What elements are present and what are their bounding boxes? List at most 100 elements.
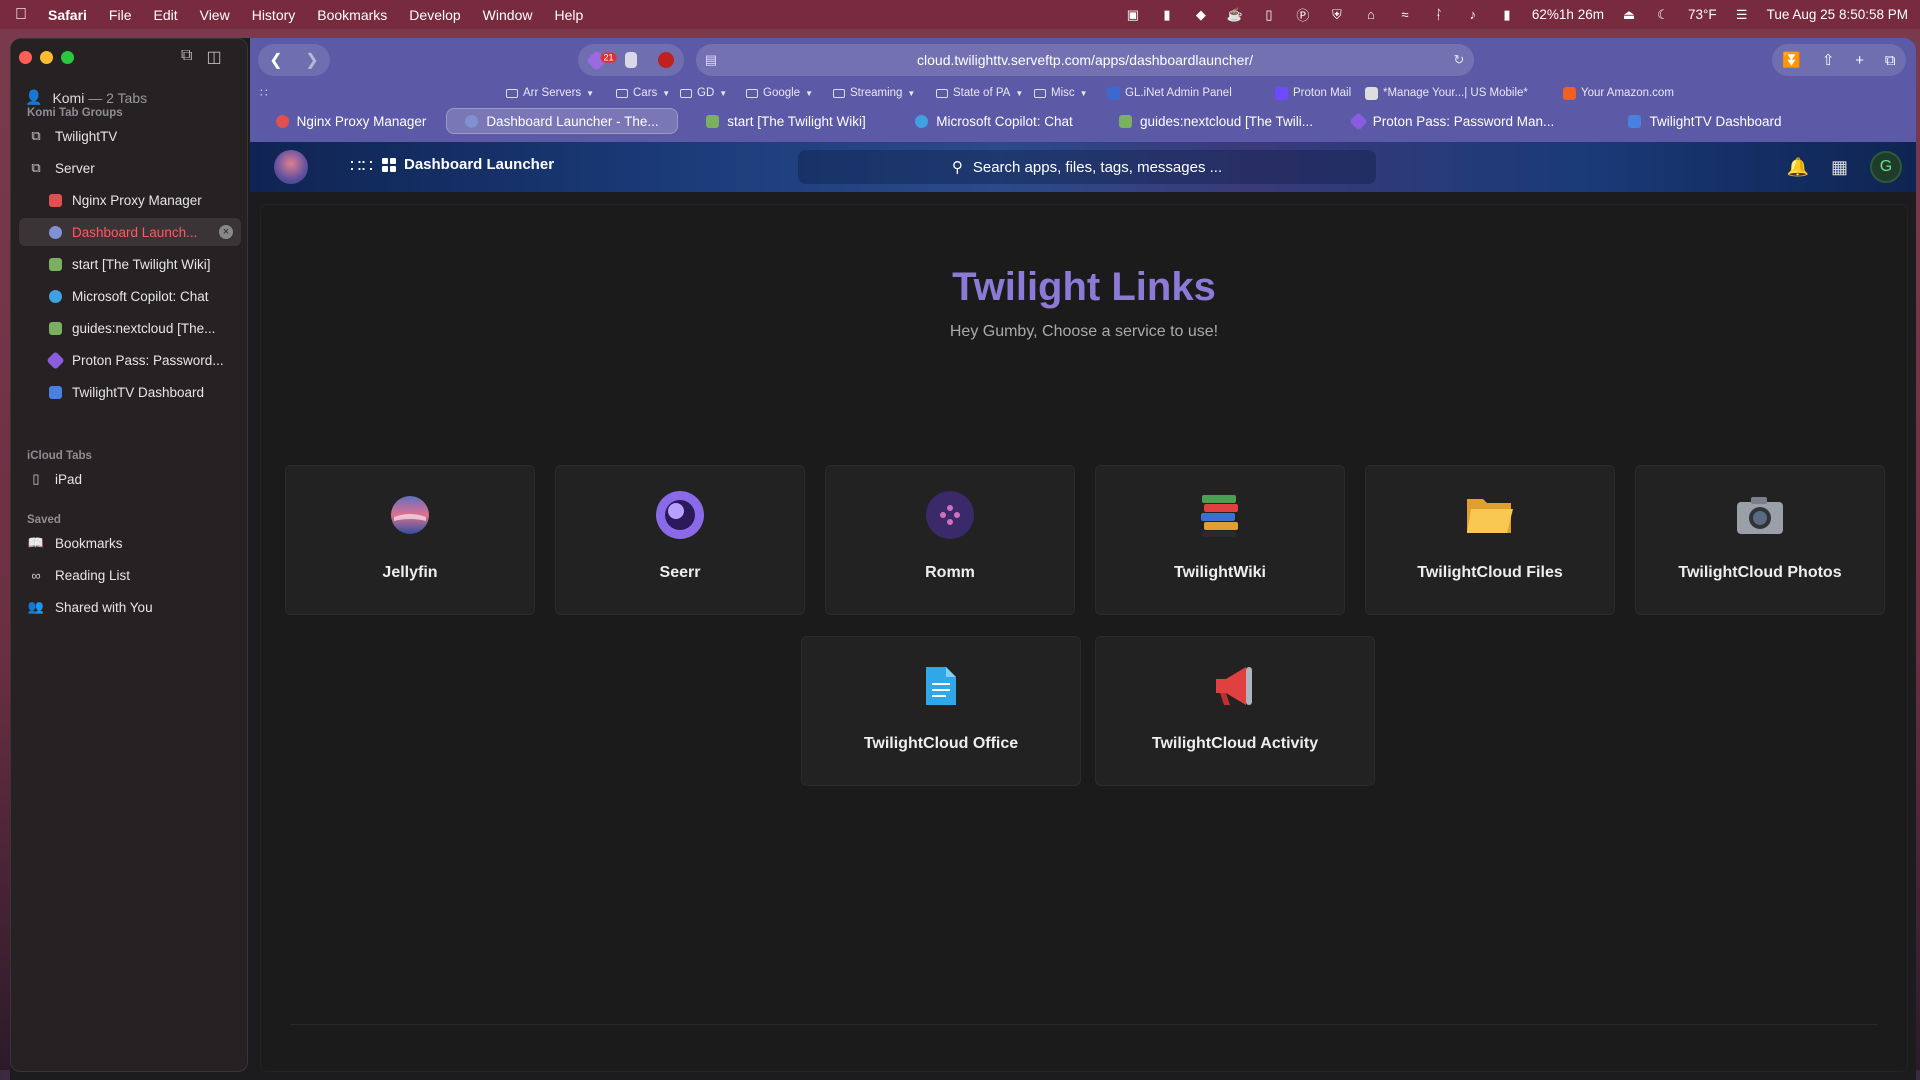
bookmark-folder-arr-servers[interactable]: Arr Servers ▼ [506, 87, 594, 99]
close-tab-icon[interactable]: × [219, 225, 233, 239]
bookmark-folder-google[interactable]: Google ▼ [746, 87, 813, 99]
forward-chevron-icon[interactable]: ❯ [305, 50, 318, 70]
sidebar-tab-nginx[interactable]: Nginx Proxy Manager [19, 186, 241, 214]
wifi-icon[interactable]: ≈ [1396, 7, 1414, 23]
downloads-icon[interactable]: ⏬ [1782, 51, 1801, 69]
screen-icon[interactable]: ▣ [1124, 7, 1142, 23]
share-icon[interactable]: ⇧ [1822, 51, 1835, 69]
tab-proton-pass[interactable]: Proton Pass: Password Man... [1338, 108, 1568, 134]
shield-icon[interactable]: ⛨ [1328, 7, 1346, 23]
app-card-seerr[interactable]: Seerr [555, 465, 805, 615]
app-card-twilightcloud-files[interactable]: TwilightCloud Files [1365, 465, 1615, 615]
control-center-icon[interactable]: ☰ [1733, 7, 1751, 23]
weather-icon[interactable]: ☾ [1654, 7, 1672, 23]
menu-file[interactable]: File [109, 7, 132, 23]
site-logo[interactable] [274, 150, 308, 184]
proton-pass-extension-icon[interactable]: 21 [585, 49, 617, 71]
sidebar-item-bookmarks[interactable]: 📖 Bookmarks [19, 529, 241, 557]
battery-status[interactable]: 62%1h 26m [1532, 7, 1604, 22]
coffee-icon[interactable]: ☕ [1226, 7, 1244, 23]
new-tab-group-icon[interactable]: ⧉ [181, 47, 192, 67]
reload-icon[interactable]: ↻ [1444, 52, 1474, 68]
bluetooth-icon[interactable]: ᛛ [1430, 7, 1448, 23]
tab-label: Microsoft Copilot: Chat [936, 113, 1073, 129]
app-card-jellyfin[interactable]: Jellyfin [285, 465, 535, 615]
user-avatar[interactable]: G [1870, 151, 1902, 183]
sidebar-item-reading-list[interactable]: ∞ Reading List [19, 561, 241, 589]
sidebar-tab-twilighttv-dashboard[interactable]: TwilightTV Dashboard [19, 378, 241, 406]
sidebar-item-label: Dashboard Launch... [72, 224, 198, 240]
volume-icon[interactable]: ♪ [1464, 7, 1482, 23]
tab-copilot[interactable]: Microsoft Copilot: Chat [894, 108, 1094, 134]
menu-view[interactable]: View [200, 7, 230, 23]
tab-overview-icon[interactable]: ⧉ [1885, 52, 1896, 69]
menu-develop[interactable]: Develop [409, 7, 460, 23]
clipboard-icon[interactable]: ▮ [1158, 7, 1176, 23]
clipboard-extension-icon[interactable] [624, 52, 637, 68]
app-menu-grid-icon[interactable]: ∷∷ [350, 156, 373, 177]
sidebar-tab-copilot[interactable]: Microsoft Copilot: Chat [19, 282, 241, 310]
app-card-twilightcloud-photos[interactable]: TwilightCloud Photos [1635, 465, 1885, 615]
notifications-bell-icon[interactable]: 🔔 [1787, 157, 1809, 178]
zoom-window-button[interactable] [61, 51, 74, 64]
unified-search[interactable]: ⚲ Search apps, files, tags, messages ... [798, 150, 1376, 184]
app-card-twilightwiki[interactable]: TwilightWiki [1095, 465, 1345, 615]
minimize-window-button[interactable] [40, 51, 53, 64]
weather-temp[interactable]: 73°F [1688, 7, 1717, 22]
sidebar-tab-nextcloud-guide[interactable]: guides:nextcloud [The... [19, 314, 241, 342]
current-app[interactable]: Dashboard Launcher [382, 156, 554, 173]
sidebar-item-ipad[interactable]: ▯ iPad [19, 465, 241, 493]
bookmark-folder-misc[interactable]: Misc ▼ [1034, 87, 1088, 99]
tab-twilighttv-dashboard[interactable]: TwilightTV Dashboard [1610, 108, 1800, 134]
sidebar-group-server[interactable]: ⧉ Server [19, 154, 241, 182]
apple-menu-icon[interactable]:  [12, 6, 30, 24]
app-card-romm[interactable]: Romm [825, 465, 1075, 615]
tab-twilight-wiki[interactable]: start [The Twilight Wiki] [680, 108, 892, 134]
back-chevron-icon[interactable]: ❮ [269, 50, 282, 70]
clock[interactable]: Tue Aug 25 8:50:58 PM [1767, 7, 1908, 22]
tab-dashboard-launcher[interactable]: Dashboard Launcher - The... [446, 108, 678, 134]
tab-nextcloud-guide[interactable]: guides:nextcloud [The Twili... [1096, 108, 1336, 134]
address-bar[interactable]: ▤ cloud.twilighttv.serveftp.com/apps/das… [696, 44, 1474, 76]
extensions-group: 21 [578, 44, 684, 76]
block-extension-icon[interactable] [657, 52, 674, 68]
home-icon[interactable]: ⌂ [1362, 7, 1380, 23]
menu-history[interactable]: History [252, 7, 296, 23]
contacts-icon[interactable]: ▦ [1831, 157, 1848, 178]
usb-icon[interactable]: ▯ [1260, 7, 1278, 23]
sidebar-tab-dashboard[interactable]: Dashboard Launch... × [19, 218, 241, 246]
app-card-twilightcloud-activity[interactable]: TwilightCloud Activity [1095, 636, 1375, 786]
app-card-twilightcloud-office[interactable]: TwilightCloud Office [801, 636, 1081, 786]
menu-help[interactable]: Help [554, 7, 583, 23]
sidebar-item-shared[interactable]: 👥 Shared with You [19, 593, 241, 621]
menu-app[interactable]: Safari [48, 7, 87, 23]
bookmark-folder-state-of-pa[interactable]: State of PA ▼ [936, 87, 1023, 99]
bookmark-amazon[interactable]: Your Amazon.com [1563, 86, 1674, 100]
bookmark-folder-streaming[interactable]: Streaming ▼ [833, 87, 915, 99]
bookmark-folder-cars[interactable]: Cars ▼ [616, 87, 670, 99]
bookmark-glinet[interactable]: GL.iNet Admin Panel [1107, 86, 1232, 100]
menu-bookmarks[interactable]: Bookmarks [317, 7, 387, 23]
folder-icon [506, 88, 518, 98]
page-menu-icon[interactable]: ▤ [696, 52, 726, 68]
close-window-button[interactable] [19, 51, 32, 64]
eject-icon[interactable]: ⏏ [1620, 7, 1638, 23]
tab-nginx[interactable]: Nginx Proxy Manager [258, 108, 444, 134]
menu-window[interactable]: Window [483, 7, 533, 23]
menu-edit[interactable]: Edit [153, 7, 177, 23]
bookmark-us-mobile[interactable]: *Manage Your...| US Mobile* [1365, 86, 1528, 100]
bookmarks-grid-icon[interactable]: ∷ [260, 86, 268, 100]
sidebar-toggle-icon[interactable]: ◫ [206, 47, 221, 67]
sidebar-tab-proton-pass[interactable]: Proton Pass: Password... [19, 346, 241, 374]
circle-w-icon[interactable]: Ⓟ [1294, 7, 1312, 23]
bookmark-folder-gd[interactable]: GD ▼ [680, 87, 727, 99]
battery-icon[interactable]: ▮ [1498, 7, 1516, 23]
chevron-down-icon: ▼ [1015, 88, 1024, 98]
url-text[interactable]: cloud.twilighttv.serveftp.com/apps/dashb… [726, 52, 1444, 68]
diamond-icon[interactable]: ◆ [1192, 7, 1210, 23]
new-tab-icon[interactable]: + [1855, 52, 1864, 69]
bookmark-proton-mail[interactable]: Proton Mail [1275, 86, 1351, 100]
profile-row[interactable]: 👤 Komi — 2 Tabs [25, 89, 147, 106]
sidebar-group-twilighttv[interactable]: ⧉ TwilightTV [19, 122, 241, 150]
sidebar-tab-wiki[interactable]: start [The Twilight Wiki] [19, 250, 241, 278]
